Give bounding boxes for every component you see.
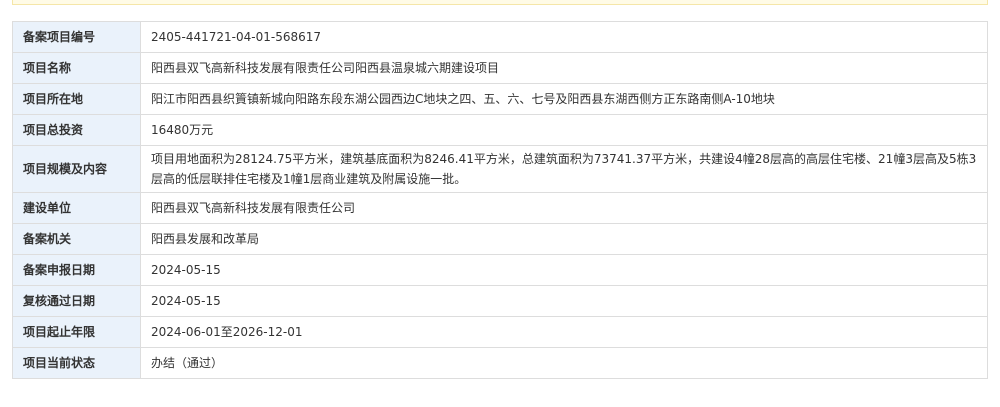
field-value: 阳西县双飞高新科技发展有限责任公司 (140, 192, 988, 224)
project-info-table: 备案项目编号 2405-441721-04-01-568617 项目名称 阳西县… (12, 21, 988, 379)
field-label: 项目总投资 (12, 114, 141, 146)
field-value: 阳西县双飞高新科技发展有限责任公司阳西县温泉城六期建设项目 (140, 52, 988, 84)
field-label: 项目所在地 (12, 83, 141, 115)
field-value: 2024-06-01至2026-12-01 (140, 316, 988, 348)
field-label: 项目起止年限 (12, 316, 141, 348)
field-label: 建设单位 (12, 192, 141, 224)
field-value: 2024-05-15 (140, 285, 988, 317)
table-row: 备案申报日期 2024-05-15 (12, 254, 988, 286)
table-row: 备案机关 阳西县发展和改革局 (12, 223, 988, 255)
field-value: 阳江市阳西县织篢镇新城向阳路东段东湖公园西边C地块之四、五、六、七号及阳西县东湖… (140, 83, 988, 115)
field-label: 复核通过日期 (12, 285, 141, 317)
table-row: 建设单位 阳西县双飞高新科技发展有限责任公司 (12, 192, 988, 224)
field-value: 2024-05-15 (140, 254, 988, 286)
field-value: 阳西县发展和改革局 (140, 223, 988, 255)
table-row: 项目当前状态 办结（通过） (12, 347, 988, 379)
table-row: 项目起止年限 2024-06-01至2026-12-01 (12, 316, 988, 348)
field-value: 办结（通过） (140, 347, 988, 379)
field-value: 16480万元 (140, 114, 988, 146)
field-label: 项目当前状态 (12, 347, 141, 379)
field-label: 项目名称 (12, 52, 141, 84)
field-label: 备案机关 (12, 223, 141, 255)
field-label: 备案申报日期 (12, 254, 141, 286)
field-label: 项目规模及内容 (12, 145, 141, 193)
field-label: 备案项目编号 (12, 21, 141, 53)
table-row: 项目总投资 16480万元 (12, 114, 988, 146)
table-row: 项目规模及内容 项目用地面积为28124.75平方米，建筑基底面积为8246.4… (12, 145, 988, 193)
table-row: 复核通过日期 2024-05-15 (12, 285, 988, 317)
top-notice-bar (12, 0, 988, 5)
table-row: 项目所在地 阳江市阳西县织篢镇新城向阳路东段东湖公园西边C地块之四、五、六、七号… (12, 83, 988, 115)
table-row: 项目名称 阳西县双飞高新科技发展有限责任公司阳西县温泉城六期建设项目 (12, 52, 988, 84)
field-value: 项目用地面积为28124.75平方米，建筑基底面积为8246.41平方米，总建筑… (140, 145, 988, 193)
table-row: 备案项目编号 2405-441721-04-01-568617 (12, 21, 988, 53)
field-value: 2405-441721-04-01-568617 (140, 21, 988, 53)
